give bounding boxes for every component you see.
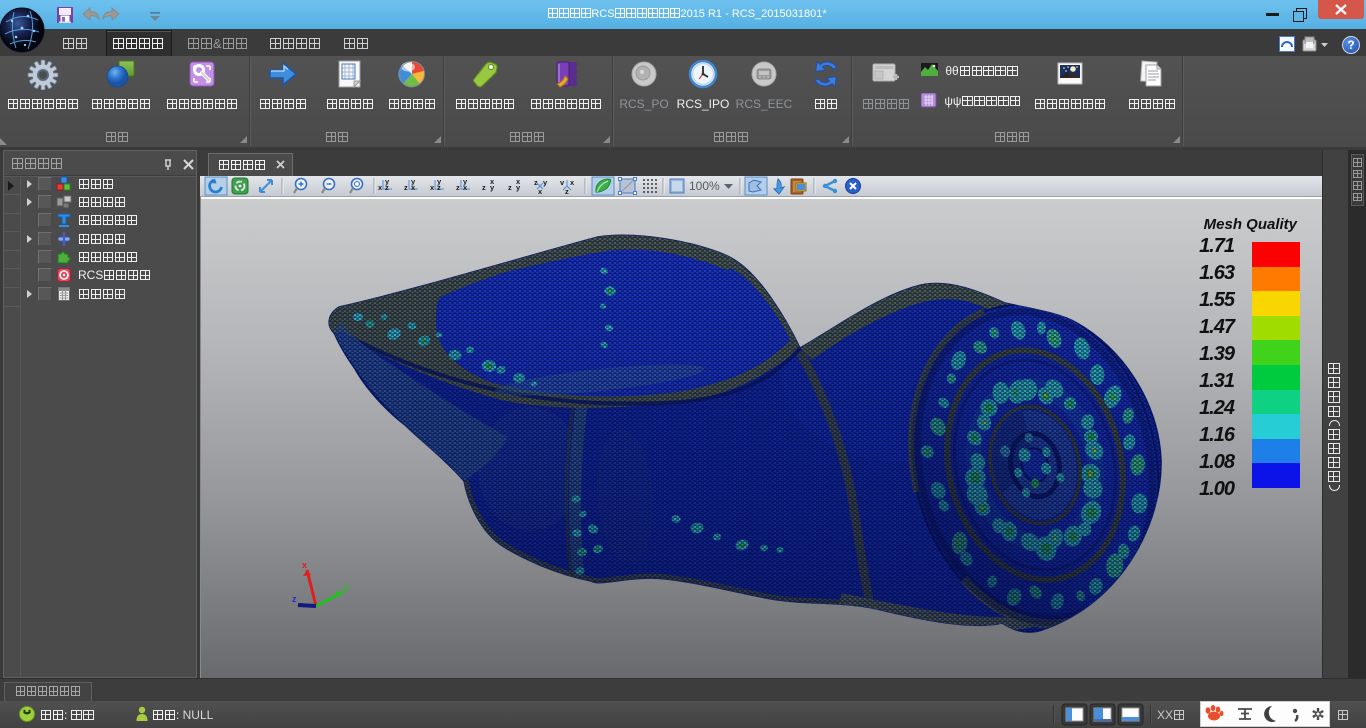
svg-text:y: y <box>411 177 416 186</box>
svg-text:z: z <box>565 187 569 196</box>
svg-text:y: y <box>463 177 468 186</box>
svg-text:x: x <box>430 183 435 192</box>
svg-text:y: y <box>385 177 390 186</box>
svg-text:z: z <box>508 183 512 192</box>
svg-text:y: y <box>437 177 442 186</box>
svg-text:z: z <box>482 183 486 192</box>
svg-text:x: x <box>516 177 521 186</box>
svg-text:100%: 100% <box>689 179 720 193</box>
svg-text:x: x <box>490 177 495 186</box>
svg-text:z: z <box>456 183 460 192</box>
svg-text:z: z <box>404 183 408 192</box>
svg-text:x: x <box>570 178 575 187</box>
svg-text:x: x <box>378 183 383 192</box>
svg-text:z: z <box>534 178 538 187</box>
svg-text:v: v <box>560 178 565 187</box>
svg-text:y: y <box>543 178 548 187</box>
